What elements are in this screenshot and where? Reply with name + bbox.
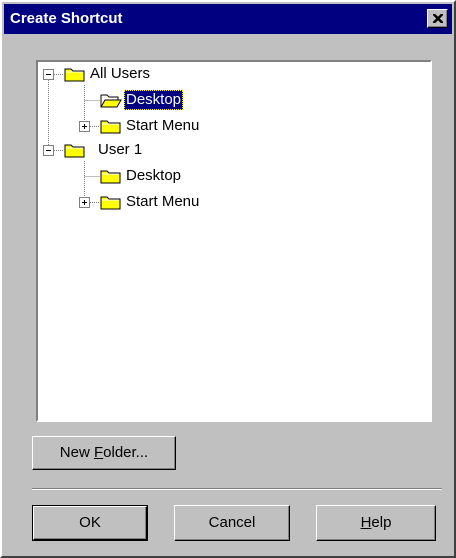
- new-folder-label: New Folder...: [33, 437, 175, 469]
- collapse-user-1-toggle[interactable]: [43, 145, 54, 156]
- tree-node-desktop-selected[interactable]: Desktop: [124, 90, 184, 110]
- help-button[interactable]: Help: [316, 505, 436, 541]
- tree-node-user-1[interactable]: User 1: [96, 140, 144, 160]
- folder-icon: [100, 170, 121, 184]
- new-folder-label-prefix: New: [59, 444, 94, 461]
- plus-icon: [82, 124, 87, 129]
- tree-node-desktop[interactable]: Desktop: [124, 166, 183, 186]
- folder-tree[interactable]: All Users Desktop Start Menu User 1 Desk…: [36, 60, 432, 422]
- create-shortcut-dialog: Create Shortcut All Users Desktop Start …: [0, 0, 456, 558]
- minus-icon: [46, 74, 51, 75]
- help-label: Help: [317, 506, 435, 540]
- tree-node-all-users[interactable]: All Users: [88, 64, 152, 84]
- expand-start-menu-toggle[interactable]: [79, 197, 90, 208]
- tree-node-start-menu[interactable]: Start Menu: [124, 116, 201, 136]
- close-icon: [433, 14, 443, 23]
- cancel-button[interactable]: Cancel: [174, 505, 290, 541]
- tree-node-start-menu[interactable]: Start Menu: [124, 192, 201, 212]
- folder-icon: [100, 120, 121, 134]
- folder-icon: [64, 68, 85, 82]
- separator: [32, 488, 442, 490]
- help-mnemonic: H: [360, 514, 372, 531]
- ok-label: OK: [79, 514, 101, 531]
- help-label-suffix: elp: [371, 514, 392, 531]
- new-folder-label-suffix: older...: [103, 444, 149, 461]
- dialog-title: Create Shortcut: [10, 10, 123, 27]
- new-folder-mnemonic: F: [93, 444, 104, 461]
- new-folder-button[interactable]: New Folder...: [32, 436, 176, 470]
- minus-icon: [46, 150, 51, 151]
- expand-start-menu-toggle[interactable]: [79, 121, 90, 132]
- folder-icon: [100, 196, 121, 210]
- close-button[interactable]: [427, 9, 448, 28]
- collapse-all-users-toggle[interactable]: [43, 69, 54, 80]
- cancel-label: Cancel: [208, 514, 256, 531]
- folder-icon: [64, 144, 85, 158]
- title-bar[interactable]: Create Shortcut: [4, 4, 452, 34]
- plus-icon: [82, 200, 87, 205]
- ok-button[interactable]: OK: [32, 505, 148, 541]
- open-folder-icon: [100, 94, 122, 108]
